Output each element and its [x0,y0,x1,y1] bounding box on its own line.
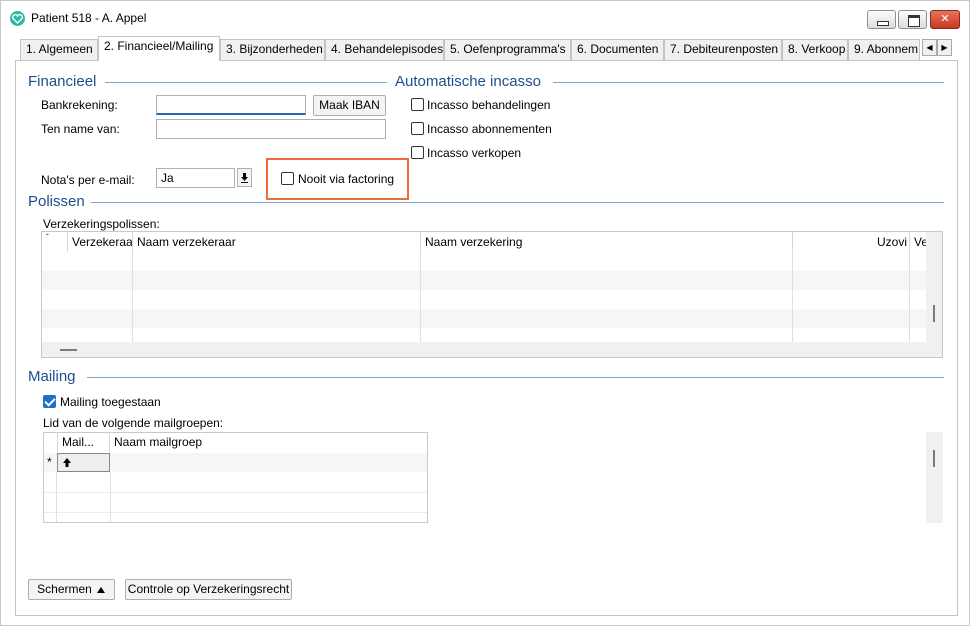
tab-oefenprogrammas[interactable]: 5. Oefenprogramma's [444,39,571,60]
notas-email-select[interactable]: Ja [156,168,235,188]
tab-scroll-right-icon[interactable]: ▶ [937,39,952,56]
minimize-button[interactable] [867,10,896,29]
tab-verkoop[interactable]: 8. Verkoop [782,39,848,60]
col-uzovi[interactable]: Uzovi [793,232,910,252]
polissen-grid[interactable]: ˆ Verzekeraar Naam verzekeraar Naam verz… [41,231,943,358]
incasso-abonnementen-label[interactable]: Incasso abonnementen [427,122,552,136]
maak-iban-button[interactable]: Maak IBAN [313,95,386,116]
grid-divider [420,252,421,342]
maximize-button[interactable] [898,10,927,29]
incasso-verkopen-checkbox[interactable] [411,146,424,159]
incasso-verkopen-label[interactable]: Incasso verkopen [427,146,521,160]
grid-divider [132,252,133,342]
maximize-icon [899,11,926,28]
notas-email-label: Nota's per e-mail: [41,173,135,187]
close-button[interactable]: ✕ [930,10,960,29]
notas-email-dropdown-button[interactable] [237,168,252,187]
caret-up-icon [97,587,105,593]
schermen-label: Schermen [37,582,92,596]
nooit-factoring-label[interactable]: Nooit via factoring [298,172,394,186]
col-naam-verzekering[interactable]: Naam verzekering [421,232,793,252]
tab-bijzonderheden[interactable]: 3. Bijzonderheden [220,39,325,60]
grid-divider [44,512,427,513]
scroll-thumb[interactable] [933,450,935,467]
incasso-behandelingen-label[interactable]: Incasso behandelingen [427,98,550,112]
tab-abonnementen[interactable]: 9. Abonnem [848,39,920,60]
grid-row-band [42,271,926,290]
application-window: Patient 518 - A. Appel ✕ 1. Algemeen 2. … [0,0,970,626]
mailing-toegestaan-label[interactable]: Mailing toegestaan [60,395,161,409]
mailing-title: Mailing [28,368,76,385]
tab-algemeen[interactable]: 1. Algemeen [20,39,98,60]
col-naam-verzekeraar[interactable]: Naam verzekeraar [133,232,421,252]
mailgroepen-vertical-scrollbar[interactable] [926,432,943,523]
row-selector-header: ˆ [42,232,68,252]
polissen-divider [91,202,944,203]
incasso-title: Automatische incasso [395,73,541,90]
controle-verzekeringsrecht-button[interactable]: Controle op Verzekeringsrecht [125,579,292,600]
incasso-behandelingen-checkbox[interactable] [411,98,424,111]
financieel-divider [105,82,387,83]
bankrekening-input[interactable] [156,95,306,115]
polissen-horizontal-scrollbar[interactable] [42,342,926,357]
grid-divider [110,472,111,522]
col-ve[interactable]: Ve [910,232,926,252]
new-row-marker: * [47,455,52,469]
grid-row-band [42,309,926,328]
incasso-divider [553,82,944,83]
close-icon: ✕ [940,13,950,25]
col-naam-mailgroep[interactable]: Naam mailgroep [110,432,428,452]
verzekeringspolissen-label: Verzekeringspolissen: [43,217,160,231]
financieel-title: Financieel [28,73,97,90]
scroll-thumb[interactable] [60,349,77,351]
tab-behandelepisodes[interactable]: 4. Behandelepisodes [325,39,444,60]
schermen-button[interactable]: Schermen [28,579,115,600]
arrow-up-icon [63,458,71,467]
col-verzekeraar[interactable]: Verzekeraar [68,232,133,252]
grid-divider [909,252,910,342]
scroll-thumb[interactable] [933,305,935,322]
col-mail[interactable]: Mail... [57,432,110,452]
nooit-factoring-checkbox[interactable] [281,172,294,185]
grid-divider [56,472,57,522]
app-heart-icon [10,11,25,26]
tab-documenten[interactable]: 6. Documenten [571,39,664,60]
ten-name-van-label: Ten name van: [41,122,120,136]
grid-divider [792,252,793,342]
polissen-title: Polissen [28,193,85,210]
title-bar[interactable]: Patient 518 - A. Appel ✕ [1,1,969,35]
tab-financieel-mailing[interactable]: 2. Financieel/Mailing [98,36,220,61]
incasso-abonnementen-checkbox[interactable] [411,122,424,135]
polissen-vertical-scrollbar[interactable] [926,232,942,357]
mailgroepen-label: Lid van de volgende mailgroepen: [43,416,224,430]
mailing-divider [87,377,944,378]
bankrekening-label: Bankrekening: [41,98,118,112]
minimize-icon [868,11,895,28]
arrow-down-icon [241,173,248,183]
mailing-toegestaan-checkbox[interactable] [43,395,56,408]
window-title: Patient 518 - A. Appel [31,11,147,25]
tab-strip: 1. Algemeen 2. Financieel/Mailing 3. Bij… [15,36,955,61]
grid-divider [44,492,427,493]
ten-name-van-input[interactable] [156,119,386,139]
new-row-cell[interactable] [57,453,110,472]
tab-scroll-left-icon[interactable]: ◀ [922,39,937,56]
tab-debiteurenposten[interactable]: 7. Debiteurenposten [664,39,782,60]
mailgroepen-grid[interactable]: Mail... Naam mailgroep * [43,432,943,523]
